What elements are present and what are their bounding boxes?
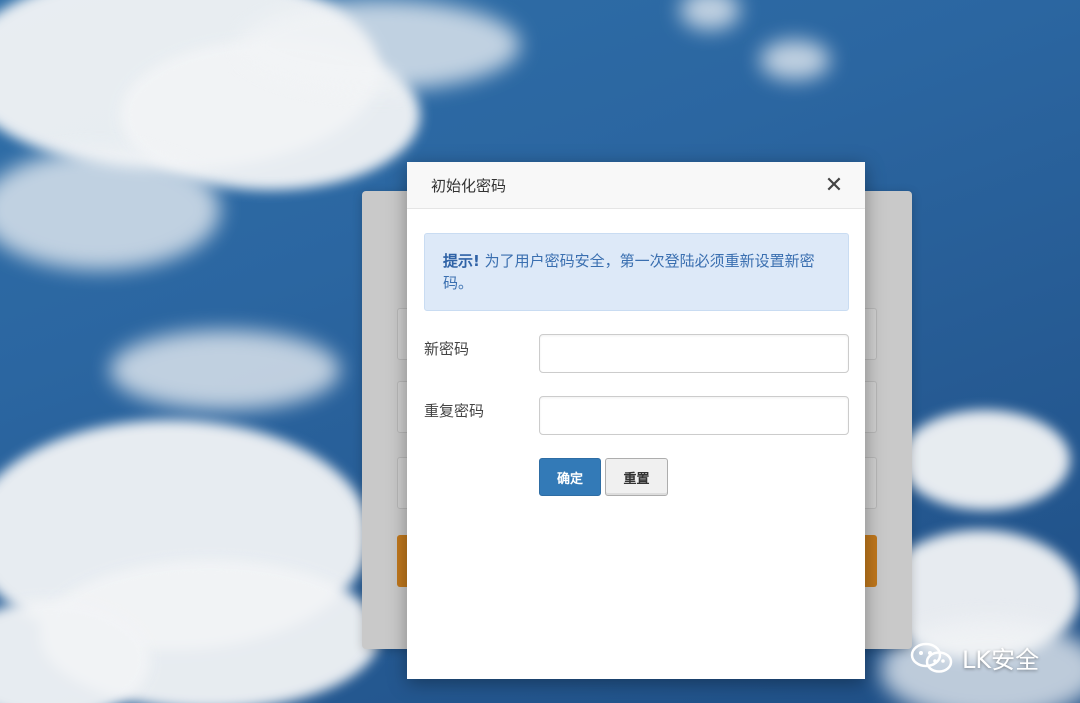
init-password-modal: 初始化密码 ✕ 提示! 为了用户密码安全，第一次登陆必须重新设置新密码。 新密码… [407, 162, 865, 679]
alert-message: 提示! 为了用户密码安全，第一次登陆必须重新设置新密码。 [424, 233, 849, 311]
reset-button[interactable]: 重置 [605, 458, 668, 496]
watermark: LK安全 [910, 640, 1039, 675]
repeat-password-label: 重复密码 [424, 402, 485, 420]
alert-strong: 提示! [443, 252, 480, 270]
alert-text: 为了用户密码安全，第一次登陆必须重新设置新密码。 [443, 252, 815, 292]
modal-header: 初始化密码 ✕ [407, 162, 865, 209]
confirm-button[interactable]: 确定 [539, 458, 601, 496]
repeat-password-input[interactable] [539, 396, 849, 435]
repeat-password-row: 重复密码 [424, 396, 849, 436]
modal-title: 初始化密码 [431, 176, 507, 195]
new-password-label: 新密码 [424, 340, 470, 358]
close-icon[interactable]: ✕ [823, 174, 845, 196]
new-password-row: 新密码 [424, 334, 849, 374]
new-password-input[interactable] [539, 334, 849, 373]
wechat-icon [910, 642, 954, 674]
watermark-text: LK安全 [962, 646, 1040, 674]
